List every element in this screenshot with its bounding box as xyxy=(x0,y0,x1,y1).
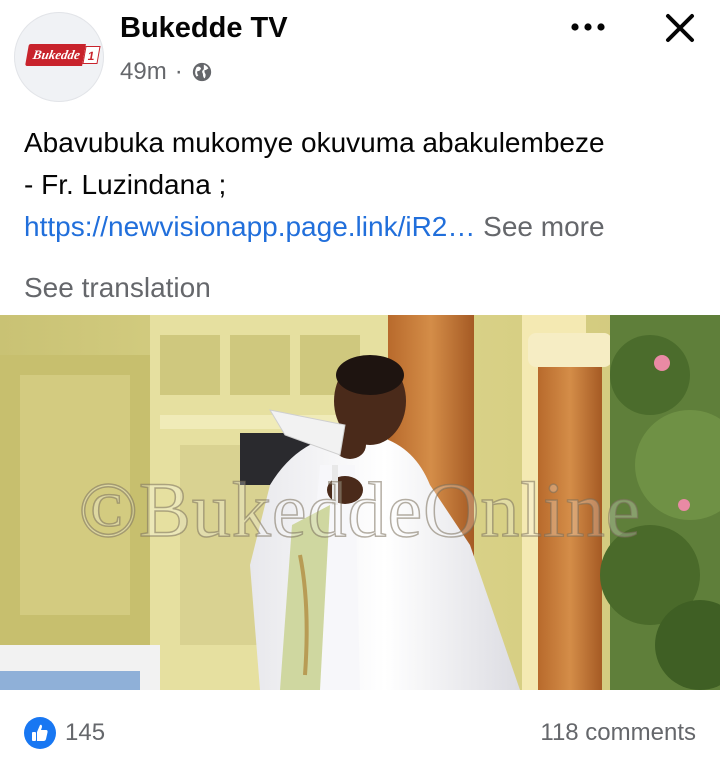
more-options-button[interactable] xyxy=(568,12,608,42)
like-icon[interactable] xyxy=(24,717,56,749)
page-name[interactable]: Bukedde TV xyxy=(120,12,288,45)
see-more-link[interactable]: See more xyxy=(483,211,604,242)
post-photo[interactable]: ©BukeddeOnline xyxy=(0,315,720,690)
globe-icon xyxy=(192,62,211,82)
hide-post-button[interactable] xyxy=(660,8,700,48)
post-time[interactable]: 49m xyxy=(120,58,167,86)
more-dots-icon xyxy=(571,23,605,31)
post-meta: 49m · xyxy=(120,58,213,86)
bukedde-logo: Bukedde 1 xyxy=(25,44,101,66)
post-text-line3: https://newvisionapp.page.link/iR2… See … xyxy=(24,206,704,248)
close-icon xyxy=(666,14,694,42)
reaction-count[interactable]: 145 xyxy=(65,719,105,747)
photo-watermark: ©BukeddeOnline xyxy=(78,465,642,554)
meta-separator: · xyxy=(174,58,183,85)
see-translation-link[interactable]: See translation xyxy=(24,272,211,304)
page-avatar[interactable]: Bukedde 1 xyxy=(14,12,104,102)
post-text-line1: Abavubuka mukomye okuvuma abakulembeze xyxy=(24,127,605,158)
logo-number: 1 xyxy=(82,46,101,64)
post-text: Abavubuka mukomye okuvuma abakulembeze -… xyxy=(24,122,704,248)
post-link[interactable]: https://newvisionapp.page.link/iR2… xyxy=(24,211,475,242)
comments-count[interactable]: 118 comments xyxy=(540,719,696,747)
logo-word: Bukedde xyxy=(25,44,86,66)
post-text-line2: - Fr. Luzindana ; xyxy=(24,169,227,200)
